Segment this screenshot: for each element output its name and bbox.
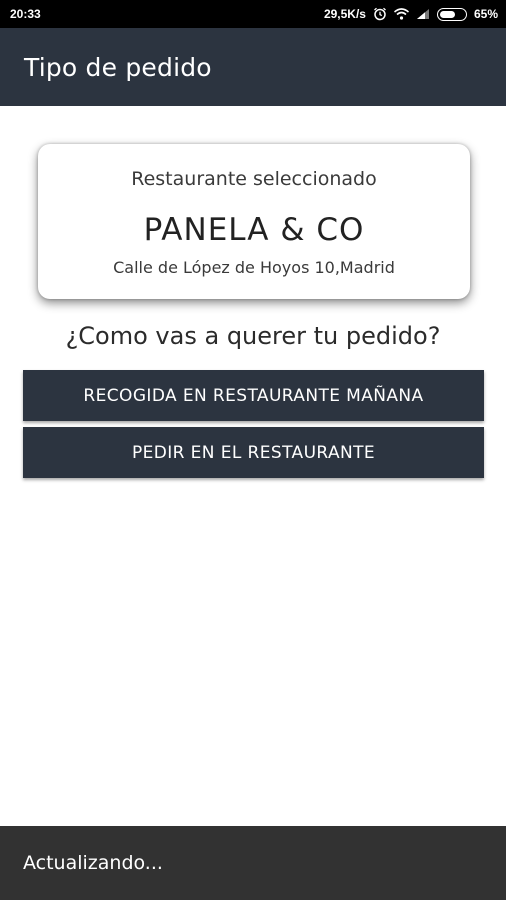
app-bar: Tipo de pedido [0, 28, 506, 106]
status-icons: 29,5K/s 65% [324, 7, 498, 21]
battery-percent: 65% [473, 7, 498, 21]
pickup-tomorrow-button[interactable]: RECOGIDA EN RESTAURANTE MAÑANA [23, 370, 484, 421]
battery-level-fill [439, 10, 455, 18]
restaurant-card-label: Restaurante seleccionado [131, 168, 377, 190]
status-bar: 20:33 29,5K/s 65% [0, 0, 506, 28]
wifi-icon [393, 8, 409, 20]
restaurant-card: Restaurante seleccionado PANELA & CO Cal… [38, 144, 470, 299]
alarm-icon [373, 7, 387, 21]
order-in-restaurant-button[interactable]: PEDIR EN EL RESTAURANTE [23, 427, 484, 478]
signal-icon [416, 8, 430, 20]
status-time: 20:33 [10, 7, 41, 21]
battery-icon [436, 7, 467, 21]
restaurant-address: Calle de López de Hoyos 10,Madrid [113, 258, 395, 277]
snackbar-message: Actualizando... [23, 852, 163, 874]
snackbar: Actualizando... [0, 826, 506, 900]
restaurant-name: PANELA & CO [143, 212, 365, 248]
page-title: Tipo de pedido [24, 52, 212, 82]
network-speed: 29,5K/s [323, 7, 366, 21]
order-type-question: ¿Como vas a querer tu pedido? [65, 322, 441, 350]
